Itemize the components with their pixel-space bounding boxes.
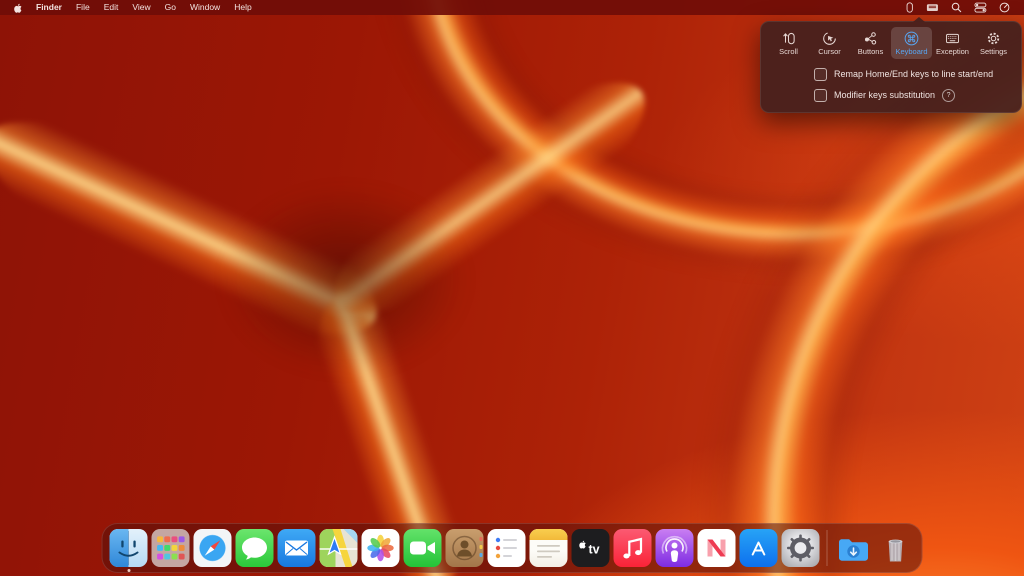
apple-menu-icon[interactable] bbox=[8, 3, 29, 13]
dock-item-contacts[interactable] bbox=[446, 529, 484, 567]
downloads-icon bbox=[835, 529, 873, 567]
wallpaper-band bbox=[307, 47, 673, 349]
maps-icon bbox=[320, 529, 358, 567]
finder-icon bbox=[110, 529, 148, 567]
menu-item-window[interactable]: Window bbox=[183, 2, 227, 12]
checkbox-modifier-keys-substituti[interactable] bbox=[814, 89, 827, 102]
safari-icon bbox=[194, 529, 232, 567]
news-icon bbox=[698, 529, 736, 567]
menu-app-name[interactable]: Finder bbox=[29, 0, 69, 15]
option-label: Modifier keys substitution bbox=[834, 90, 935, 100]
dock-item-music[interactable] bbox=[614, 529, 652, 567]
tab-label: Scroll bbox=[779, 48, 798, 56]
menu-item-edit[interactable]: Edit bbox=[97, 2, 126, 12]
tab-cursor[interactable]: Cursor bbox=[809, 27, 850, 59]
wallpaper-band bbox=[0, 83, 400, 373]
clock-icon[interactable] bbox=[993, 2, 1016, 13]
keyboard-icon[interactable] bbox=[920, 2, 945, 13]
tab-label: Cursor bbox=[818, 48, 841, 56]
launchpad-icon bbox=[152, 529, 190, 567]
dock-item-podcasts[interactable] bbox=[656, 529, 694, 567]
gear-icon bbox=[986, 31, 1001, 46]
scroll-mouse-icon bbox=[781, 31, 796, 46]
tab-exception[interactable]: Exception bbox=[932, 27, 973, 59]
mouse-icon[interactable] bbox=[899, 2, 920, 13]
dock-item-maps[interactable] bbox=[320, 529, 358, 567]
tab-buttons[interactable]: Buttons bbox=[850, 27, 891, 59]
option-row-remap-home/end-keys-to-l: Remap Home/End keys to line start/end bbox=[814, 66, 1016, 82]
menu-item-help[interactable]: Help bbox=[227, 2, 258, 12]
command-circle-icon bbox=[904, 31, 919, 46]
dock-item-news[interactable] bbox=[698, 529, 736, 567]
checkbox-remap-home/end-keys-to-l[interactable] bbox=[814, 68, 827, 81]
facetime-icon bbox=[404, 529, 442, 567]
dock-item-trash[interactable] bbox=[877, 529, 915, 567]
control-center-icon[interactable] bbox=[968, 2, 993, 13]
notes-icon bbox=[530, 529, 568, 567]
cursor-click-icon bbox=[822, 31, 837, 46]
svg-text:tv: tv bbox=[588, 543, 599, 557]
reminders-icon bbox=[488, 529, 526, 567]
buttons-dots-icon bbox=[863, 31, 878, 46]
dock-item-app-store[interactable] bbox=[740, 529, 778, 567]
dock-item-system-settings[interactable] bbox=[782, 529, 820, 567]
running-indicator bbox=[127, 569, 130, 572]
tab-keyboard[interactable]: Keyboard bbox=[891, 27, 932, 59]
dock-item-mail[interactable] bbox=[278, 529, 316, 567]
menu-item-go[interactable]: Go bbox=[158, 2, 183, 12]
tab-settings[interactable]: Settings bbox=[973, 27, 1014, 59]
menu-bar-left: Finder FileEditViewGoWindowHelp bbox=[8, 0, 259, 15]
dock: tv bbox=[102, 523, 923, 573]
dock-item-finder[interactable] bbox=[110, 529, 148, 567]
mouse-utility-popover: Scroll Cursor Buttons Keyboard Exception Sett… bbox=[760, 21, 1022, 113]
dock-item-launchpad[interactable] bbox=[152, 529, 190, 567]
wallpaper-shadow bbox=[175, 150, 515, 410]
menu-item-view[interactable]: View bbox=[125, 2, 157, 12]
app-store-icon bbox=[740, 529, 778, 567]
dock-item-messages[interactable] bbox=[236, 529, 274, 567]
popover-tab-bar: Scroll Cursor Buttons Keyboard Exception Sett… bbox=[766, 27, 1016, 59]
trash-icon bbox=[877, 529, 915, 567]
dock-separator bbox=[827, 530, 828, 566]
dock-item-reminders[interactable] bbox=[488, 529, 526, 567]
dock-item-downloads[interactable] bbox=[835, 529, 873, 567]
system-settings-icon bbox=[782, 529, 820, 567]
popover-options: Remap Home/End keys to line start/end Mod… bbox=[766, 66, 1016, 103]
menu-item-file[interactable]: File bbox=[69, 2, 97, 12]
dock-item-safari[interactable] bbox=[194, 529, 232, 567]
messages-icon bbox=[236, 529, 274, 567]
help-icon[interactable]: ? bbox=[942, 89, 955, 102]
music-icon bbox=[614, 529, 652, 567]
tab-label: Keyboard bbox=[895, 48, 927, 56]
dock-item-notes[interactable] bbox=[530, 529, 568, 567]
dock-item-facetime[interactable] bbox=[404, 529, 442, 567]
podcasts-icon bbox=[656, 529, 694, 567]
tv-icon: tv bbox=[572, 529, 610, 567]
tab-label: Buttons bbox=[858, 48, 883, 56]
mail-icon bbox=[278, 529, 316, 567]
dock-item-tv[interactable]: tv bbox=[572, 529, 610, 567]
dock-item-photos[interactable] bbox=[362, 529, 400, 567]
menu-bar-status bbox=[899, 0, 1016, 15]
option-row-modifier-keys-substituti: Modifier keys substitution? bbox=[814, 87, 1016, 103]
keyboard-rect-icon bbox=[945, 31, 960, 46]
tab-label: Settings bbox=[980, 48, 1007, 56]
search-icon[interactable] bbox=[945, 2, 968, 13]
menu-bar: Finder FileEditViewGoWindowHelp bbox=[0, 0, 1024, 15]
option-label: Remap Home/End keys to line start/end bbox=[834, 69, 993, 79]
photos-icon bbox=[362, 529, 400, 567]
contacts-icon bbox=[446, 529, 484, 567]
tab-label: Exception bbox=[936, 48, 969, 56]
tab-scroll[interactable]: Scroll bbox=[768, 27, 809, 59]
macos-desktop: Finder FileEditViewGoWindowHelp Scroll Cu… bbox=[0, 0, 1024, 576]
